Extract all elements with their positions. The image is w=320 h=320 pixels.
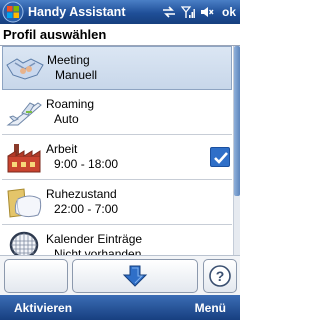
scroll-down-button[interactable] [72, 259, 198, 293]
sync-icon[interactable] [162, 6, 176, 18]
speaker-muted-icon[interactable] [200, 6, 214, 18]
blank-button[interactable] [4, 259, 68, 293]
airplane-icon [4, 95, 44, 131]
profile-name: Meeting [47, 53, 90, 67]
tennis-racket-icon [4, 230, 44, 255]
scrollbar-thumb[interactable] [234, 46, 240, 196]
checkmark-icon [214, 152, 228, 164]
factory-icon [4, 140, 44, 176]
profile-detail: 22:00 - 7:00 [54, 202, 119, 216]
profile-item-roaming[interactable]: Roaming Auto [2, 91, 232, 135]
profile-name: Kalender Einträge [46, 232, 143, 246]
profile-item-meeting[interactable]: Meeting Manuell [2, 46, 232, 90]
arrow-down-icon [122, 265, 148, 287]
profile-name: Roaming [46, 97, 95, 111]
profile-item-kalender[interactable]: Kalender Einträge Nicht vorhanden [2, 226, 232, 255]
list-scrollbar[interactable] [233, 46, 240, 255]
softkey-left-aktivieren[interactable]: Aktivieren [14, 301, 72, 315]
pillow-icon [4, 185, 44, 221]
signal-icon[interactable] [180, 5, 195, 19]
profile-name: Ruhezustand [46, 187, 117, 201]
status-tray: ok [162, 5, 236, 19]
profile-detail: Nicht vorhanden [54, 247, 142, 255]
handshake-icon [5, 51, 45, 87]
active-checkbox[interactable] [210, 147, 230, 167]
help-icon: ? [209, 265, 231, 287]
softkey-right-menu[interactable]: Menü [195, 301, 226, 315]
svg-text:?: ? [216, 268, 225, 284]
softkey-bar: Aktivieren Menü [0, 295, 240, 320]
profile-list[interactable]: Meeting Manuell Roaming Auto Arbeit 9:00… [0, 46, 240, 255]
profile-name: Arbeit [46, 142, 78, 156]
start-icon[interactable] [2, 1, 24, 23]
profile-item-ruhezustand[interactable]: Ruhezustand 22:00 - 7:00 [2, 181, 232, 225]
help-button[interactable]: ? [203, 259, 237, 293]
profile-detail: Manuell [55, 68, 98, 82]
profile-detail: Auto [54, 112, 79, 126]
page-title: Profil auswählen [3, 27, 107, 42]
page-header: Profil auswählen [0, 24, 240, 46]
profile-detail: 9:00 - 18:00 [54, 157, 119, 171]
ok-button[interactable]: ok [222, 5, 236, 19]
title-bar: Handy Assistant ok [0, 0, 240, 24]
profile-item-arbeit[interactable]: Arbeit 9:00 - 18:00 [2, 136, 232, 180]
action-toolbar: ? [0, 255, 240, 295]
app-title: Handy Assistant [28, 5, 126, 19]
